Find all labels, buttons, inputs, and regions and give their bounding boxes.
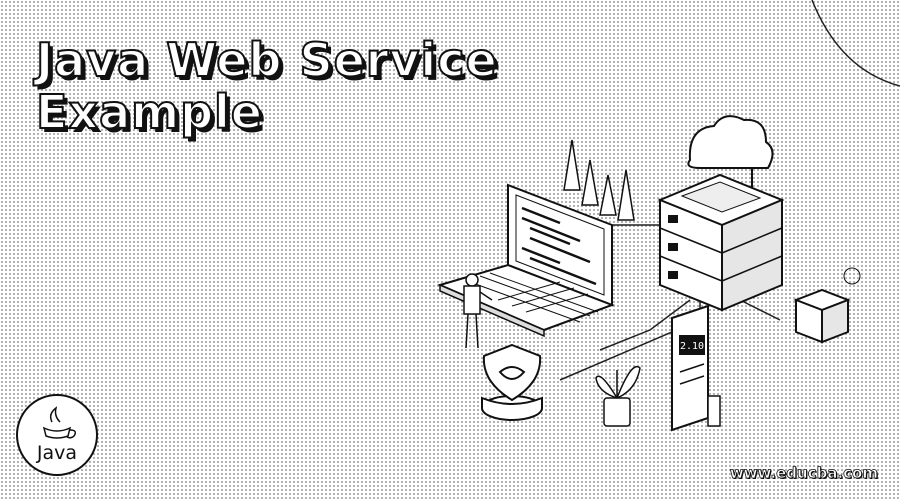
cloud-icon (687, 115, 774, 188)
java-logo-label: Java (36, 442, 78, 464)
isometric-illustration: 2.10 (437, 0, 900, 432)
router-icon (793, 267, 861, 344)
phone-screen-code: 2.10 (680, 341, 704, 352)
tree-icon (563, 139, 635, 221)
phone-icon: 2.10 (671, 304, 721, 432)
shield-icon (481, 343, 543, 421)
java-logo-icon (16, 394, 98, 476)
decorative-arc (811, 0, 900, 87)
server-rack-icon (657, 173, 785, 312)
watermark: www.educba.com (729, 464, 878, 483)
plant-icon (595, 365, 641, 427)
